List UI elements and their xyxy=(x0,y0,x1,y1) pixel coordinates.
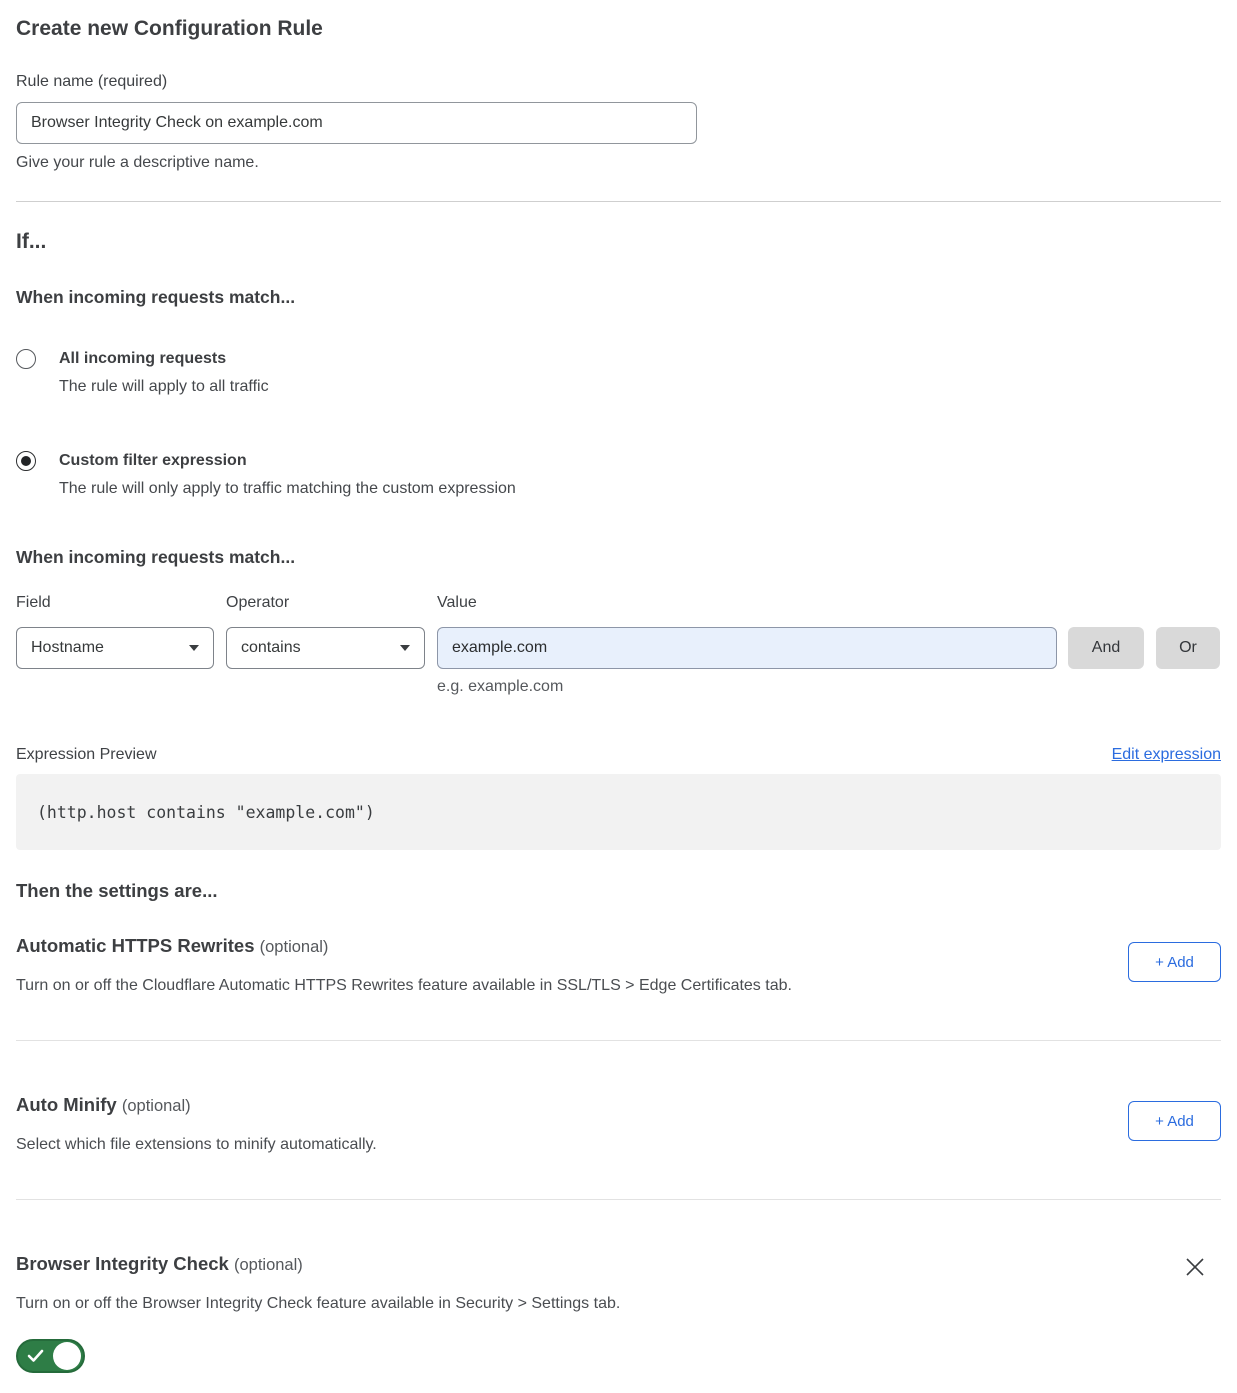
radio-unchecked-icon[interactable] xyxy=(16,349,36,369)
radio-checked-icon[interactable] xyxy=(16,451,36,471)
setting-optional-tag: (optional) xyxy=(234,1256,303,1274)
setting-text: Automatic HTTPS Rewrites (optional) Turn… xyxy=(16,934,792,996)
setting-title: Auto Minify (optional) xyxy=(16,1093,377,1118)
rule-name-helper: Give your rule a descriptive name. xyxy=(16,153,1221,173)
page-title: Create new Configuration Rule xyxy=(16,16,1221,42)
value-field-wrap: e.g. example.com xyxy=(437,627,1057,697)
setting-optional-tag: (optional) xyxy=(260,938,329,956)
create-configuration-rule-page: Create new Configuration Rule Rule name … xyxy=(0,16,1237,1378)
setting-text: Auto Minify (optional) Select which file… xyxy=(16,1093,377,1155)
expression-code-box: (http.host contains "example.com") xyxy=(16,774,1221,850)
rule-name-input[interactable] xyxy=(16,102,697,144)
setting-title-text: Auto Minify xyxy=(16,1094,117,1115)
filter-builder-row: Hostname contains e.g. example.com And O… xyxy=(16,627,1221,697)
radio-option-label: Custom filter expression xyxy=(59,450,516,472)
value-input[interactable] xyxy=(437,627,1057,669)
chevron-down-icon xyxy=(189,645,199,651)
add-automatic-https-rewrites-button[interactable]: + Add xyxy=(1128,942,1221,982)
setting-text: Browser Integrity Check (optional) Turn … xyxy=(16,1252,620,1378)
radio-option-description: The rule will only apply to traffic matc… xyxy=(59,478,516,500)
if-heading: If... xyxy=(16,228,1221,255)
edit-expression-link[interactable]: Edit expression xyxy=(1112,745,1221,765)
value-column-label: Value xyxy=(437,593,1068,613)
setting-optional-tag: (optional) xyxy=(122,1097,191,1115)
setting-title: Browser Integrity Check (optional) xyxy=(16,1252,620,1277)
radio-option-label: All incoming requests xyxy=(59,348,269,370)
toggle-knob[interactable] xyxy=(53,1342,81,1370)
field-column-label: Field xyxy=(16,593,226,613)
setting-title-text: Browser Integrity Check xyxy=(16,1253,229,1274)
match-heading: When incoming requests match... xyxy=(16,286,1221,308)
field-select[interactable]: Hostname xyxy=(16,627,214,669)
field-select-value: Hostname xyxy=(31,639,104,657)
or-button[interactable]: Or xyxy=(1156,627,1220,669)
expression-preview-row: Expression Preview Edit expression xyxy=(16,745,1221,765)
and-button[interactable]: And xyxy=(1068,627,1144,669)
setting-browser-integrity-check: Browser Integrity Check (optional) Turn … xyxy=(16,1252,1221,1378)
setting-divider xyxy=(16,1199,1221,1200)
expression-preview-label: Expression Preview xyxy=(16,745,157,765)
setting-divider xyxy=(16,1040,1221,1041)
setting-title-text: Automatic HTTPS Rewrites xyxy=(16,935,255,956)
setting-description: Turn on or off the Cloudflare Automatic … xyxy=(16,976,792,996)
setting-title: Automatic HTTPS Rewrites (optional) xyxy=(16,934,792,959)
rule-name-label: Rule name (required) xyxy=(16,72,1221,92)
setting-description: Turn on or off the Browser Integrity Che… xyxy=(16,1294,620,1314)
filter-builder-heading: When incoming requests match... xyxy=(16,546,1221,568)
setting-automatic-https-rewrites: Automatic HTTPS Rewrites (optional) Turn… xyxy=(16,934,1221,996)
radio-option-text: Custom filter expression The rule will o… xyxy=(59,450,516,500)
operator-select-value: contains xyxy=(241,639,301,657)
chevron-down-icon xyxy=(400,645,410,651)
filter-builder-column-labels: Field Operator Value xyxy=(16,593,1221,613)
expression-code: (http.host contains "example.com") xyxy=(37,803,375,822)
radio-option-description: The rule will apply to all traffic xyxy=(59,376,269,398)
browser-integrity-check-toggle[interactable] xyxy=(16,1339,85,1373)
radio-option-custom-filter-expression[interactable]: Custom filter expression The rule will o… xyxy=(16,450,1221,500)
operator-column-label: Operator xyxy=(226,593,437,613)
operator-select[interactable]: contains xyxy=(226,627,425,669)
check-icon xyxy=(27,1348,45,1364)
close-icon[interactable] xyxy=(1183,1256,1207,1280)
radio-option-text: All incoming requests The rule will appl… xyxy=(59,348,269,398)
value-helper: e.g. example.com xyxy=(437,677,1057,697)
section-divider xyxy=(16,201,1221,202)
add-auto-minify-button[interactable]: + Add xyxy=(1128,1101,1221,1141)
setting-auto-minify: Auto Minify (optional) Select which file… xyxy=(16,1093,1221,1155)
radio-option-all-incoming-requests[interactable]: All incoming requests The rule will appl… xyxy=(16,348,1221,398)
setting-description: Select which file extensions to minify a… xyxy=(16,1135,377,1155)
then-settings-heading: Then the settings are... xyxy=(16,879,1221,902)
